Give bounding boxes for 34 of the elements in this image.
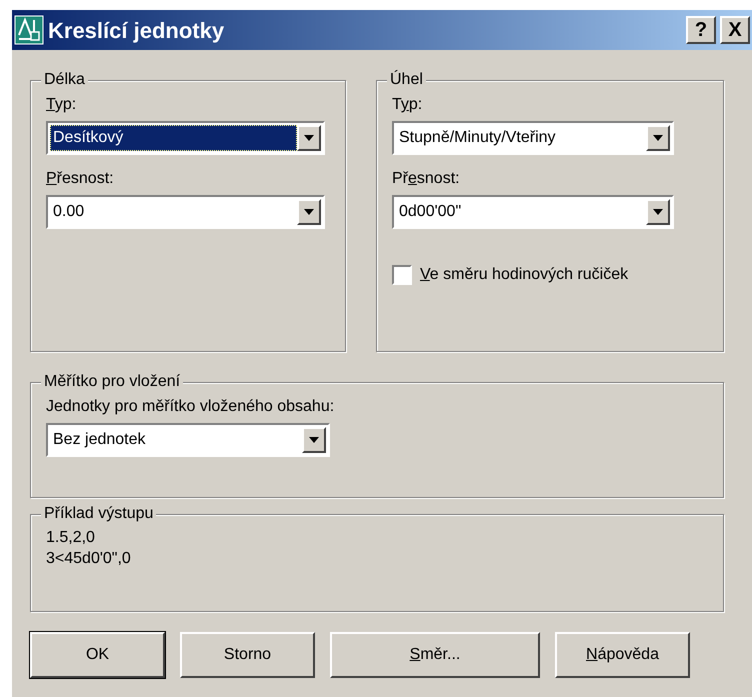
field-label: Typ:	[46, 95, 78, 115]
field-label: Přesnost:	[46, 169, 115, 189]
dropdown-arrow-button[interactable]	[302, 427, 326, 453]
dropdown-arrow-button[interactable]	[297, 199, 321, 225]
dropdown-arrow-button[interactable]	[646, 199, 670, 225]
sample-output-line: 1.5,2,0	[46, 528, 96, 548]
dialog-button[interactable]: Storno	[180, 632, 315, 678]
window-title: Kreslící jednotky	[48, 16, 226, 45]
dialog-button[interactable]: OK	[30, 632, 165, 678]
dialog-button[interactable]: Nápověda	[555, 632, 690, 678]
dropdown-arrow-button[interactable]	[646, 125, 670, 151]
help-button[interactable]: ?	[686, 16, 716, 44]
checkbox[interactable]	[392, 265, 412, 285]
dialog-button[interactable]: Směr...	[330, 632, 540, 678]
dropdown-field[interactable]: Desítkový	[46, 121, 325, 155]
caret-down-icon	[304, 135, 314, 141]
caret-down-icon	[653, 135, 663, 141]
checkbox-label: Ve směru hodinových ručiček	[420, 265, 628, 285]
dropdown-field[interactable]: 0.00	[46, 195, 325, 229]
close-button[interactable]: X	[720, 16, 750, 44]
dropdown-arrow-button[interactable]	[297, 125, 321, 151]
group-title: Příklad výstupu	[41, 504, 156, 524]
dropdown-field[interactable]: Bez jednotek	[46, 423, 330, 457]
app-logo-icon	[14, 15, 44, 45]
sample-output-line: 3<45d0'0",0	[46, 549, 132, 569]
caret-down-icon	[304, 209, 314, 215]
group-title: Měřítko pro vložení	[41, 372, 184, 392]
caret-down-icon	[653, 209, 663, 215]
field-label: Přesnost:	[392, 169, 461, 189]
field-label: Typ:	[392, 95, 424, 115]
dropdown-field[interactable]: 0d00'00"	[392, 195, 674, 229]
field-label: Jednotky pro měřítko vloženého obsahu:	[46, 397, 336, 417]
caret-down-icon	[309, 437, 319, 443]
dropdown-field[interactable]: Stupně/Minuty/Vteřiny	[392, 121, 674, 155]
